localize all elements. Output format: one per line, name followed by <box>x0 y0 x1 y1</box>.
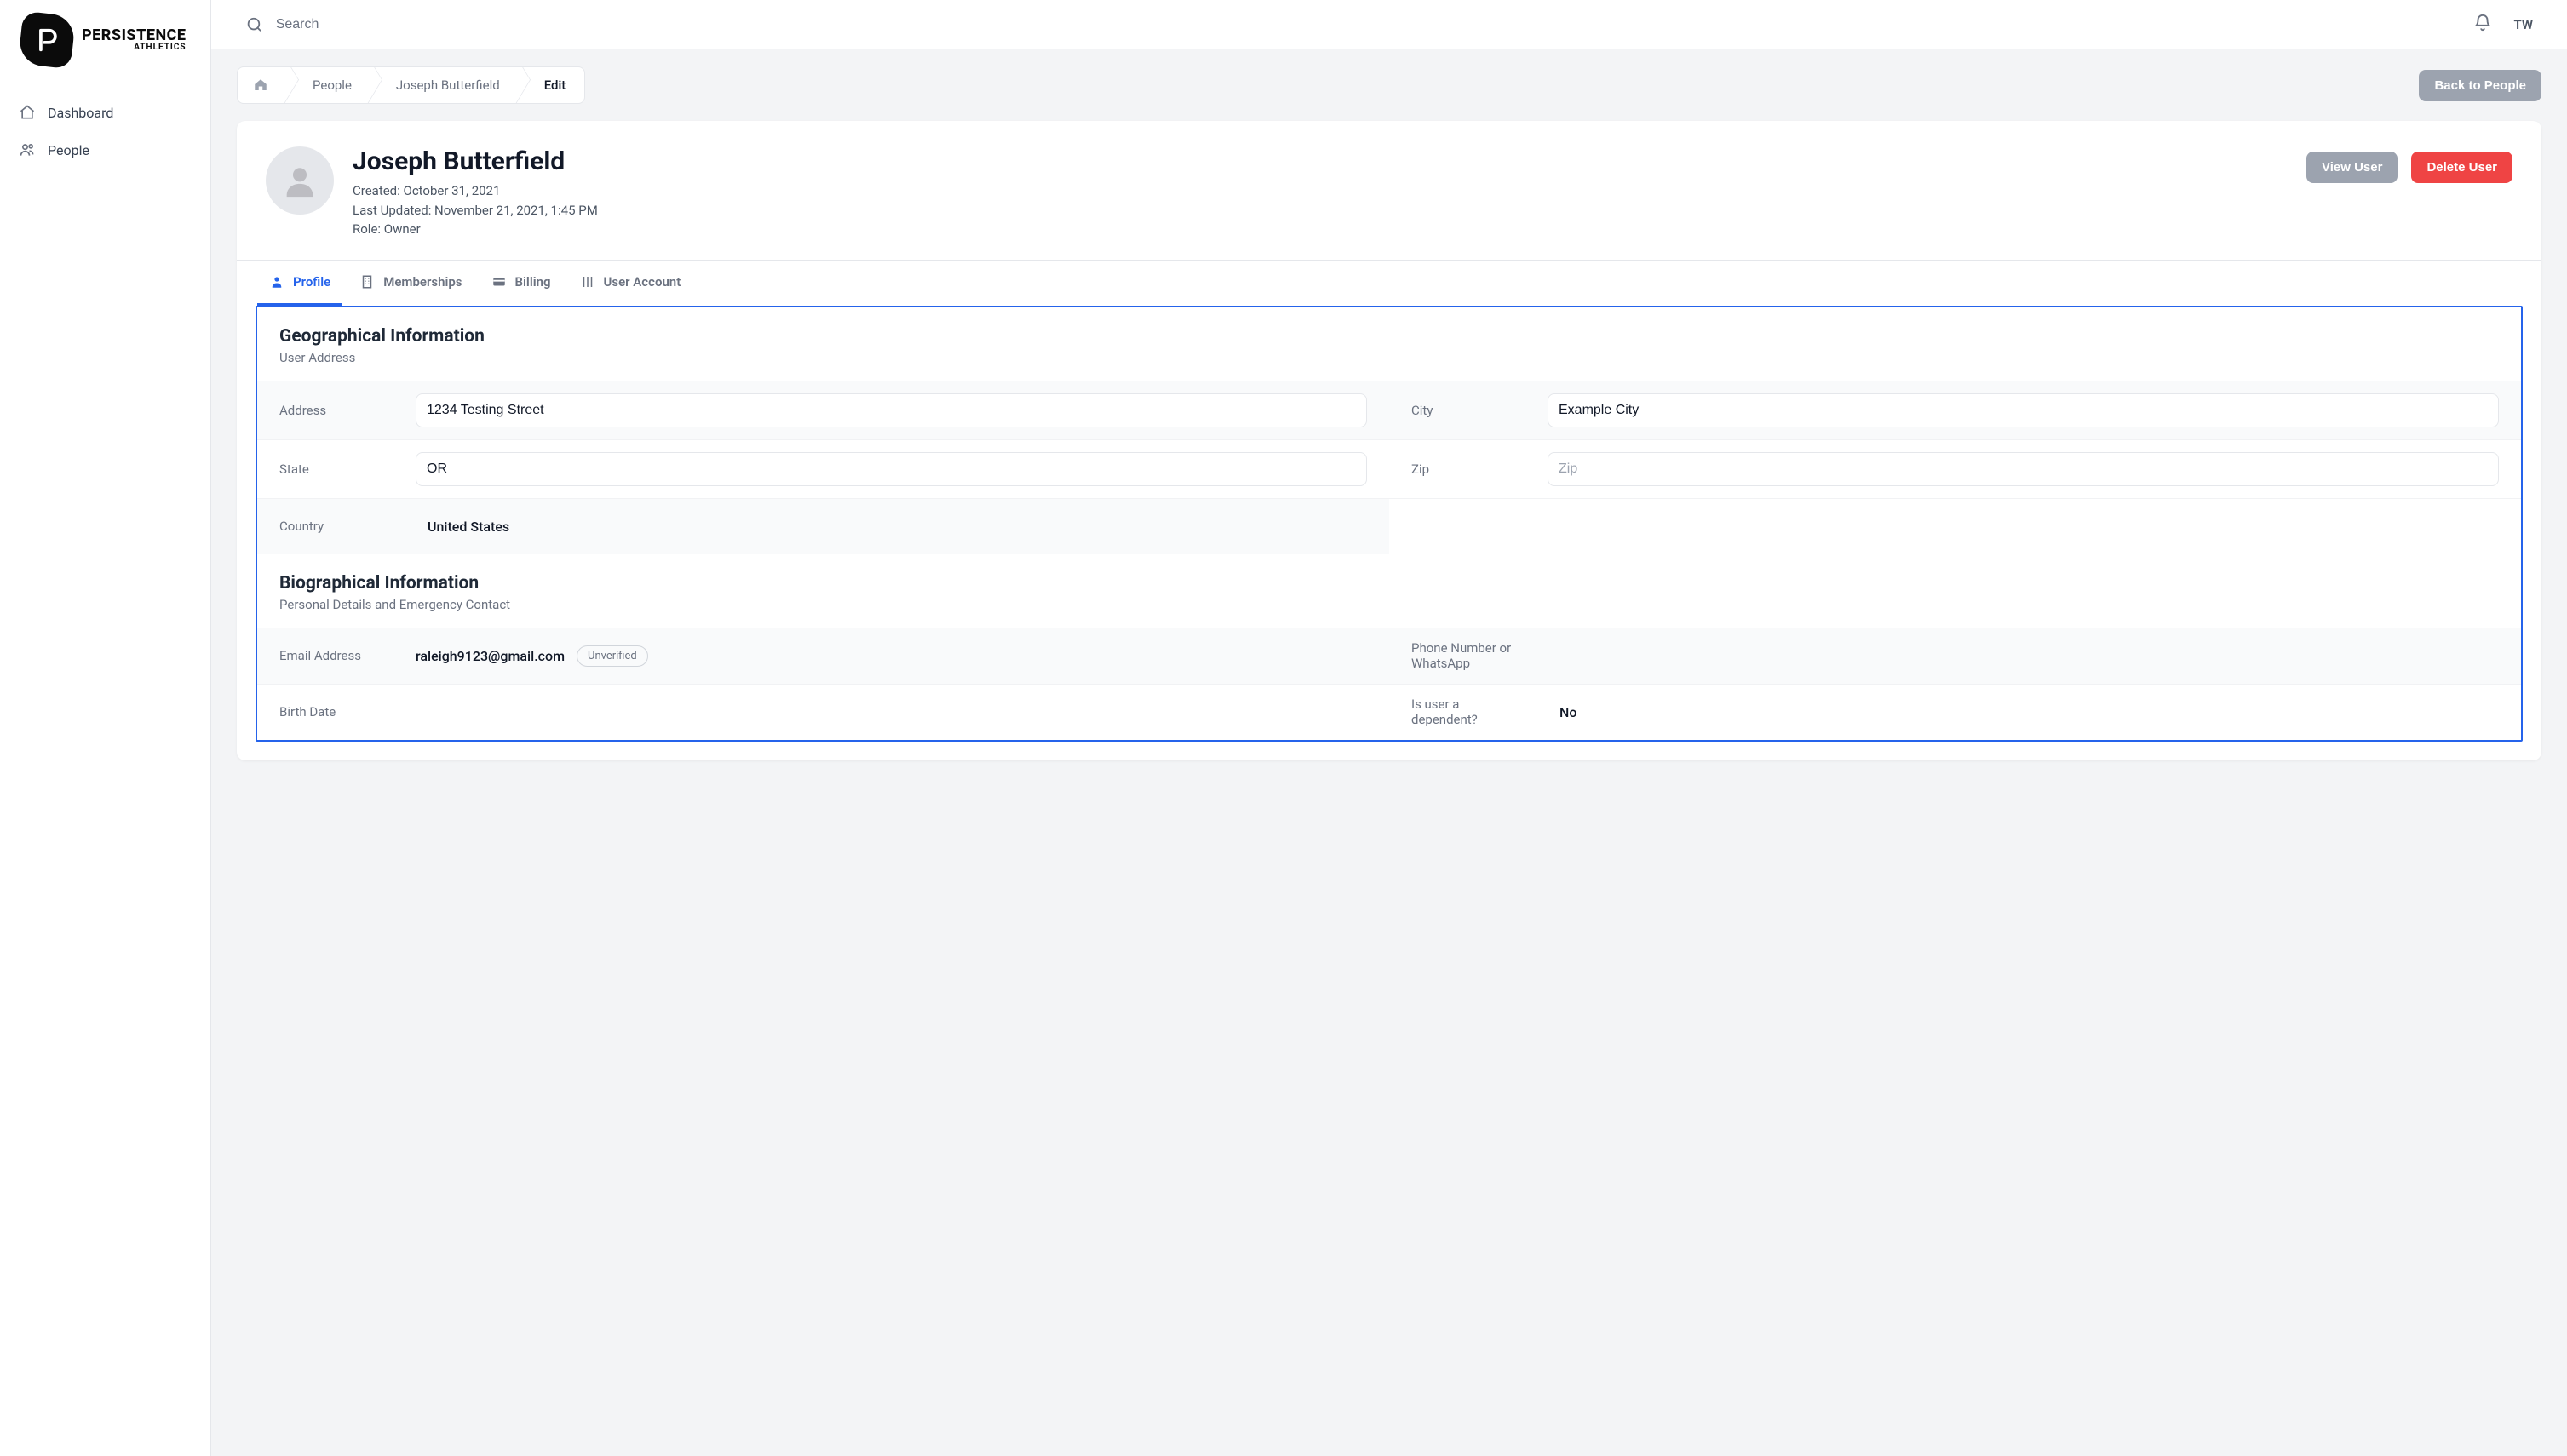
person-name: Joseph Butterfield <box>353 146 598 176</box>
back-to-people-button[interactable]: Back to People <box>2419 70 2541 101</box>
field-label: Is user a dependent? <box>1411 696 1505 727</box>
topbar: TW <box>211 0 2567 49</box>
search-input[interactable] <box>276 17 2460 32</box>
home-icon <box>253 77 268 93</box>
section-subtitle: Personal Details and Emergency Contact <box>279 597 2499 612</box>
field-label: Zip <box>1411 461 1539 477</box>
sidebar-item-people[interactable]: People <box>7 131 204 169</box>
field-dependent: Is user a dependent? No <box>1389 684 2521 740</box>
sidebar-item-label: People <box>48 142 89 158</box>
zip-input[interactable] <box>1548 452 2499 486</box>
credit-card-icon <box>491 274 507 289</box>
section-bio-head: Biographical Information Personal Detail… <box>257 554 2521 628</box>
address-input[interactable] <box>416 393 1367 427</box>
person-created: Created: October 31, 2021 <box>353 181 598 201</box>
logo-mark <box>18 11 76 69</box>
email-unverified-badge: Unverified <box>577 645 648 667</box>
delete-user-button[interactable]: Delete User <box>2411 152 2512 183</box>
email-value: raleigh9123@gmail.com <box>416 648 565 664</box>
breadcrumb-person[interactable]: Joseph Butterfield <box>370 67 519 103</box>
field-label: Country <box>279 519 407 534</box>
field-phone: Phone Number or WhatsApp <box>1389 628 2521 684</box>
city-input[interactable] <box>1548 393 2499 427</box>
breadcrumb: People Joseph Butterfield Edit <box>237 66 585 104</box>
logo-p-icon <box>32 26 61 54</box>
sidebar-item-dashboard[interactable]: Dashboard <box>7 94 204 131</box>
building-icon <box>359 274 375 289</box>
empty-cell <box>1389 498 2521 554</box>
tab-user-account[interactable]: User Account <box>568 261 693 306</box>
brand-line2: ATHLETICS <box>134 43 186 52</box>
breadcrumb-home[interactable] <box>238 67 287 103</box>
tab-billing[interactable]: Billing <box>480 261 563 306</box>
field-zip: Zip <box>1389 439 2521 498</box>
person-role: Role: Owner <box>353 220 598 239</box>
country-value: United States <box>416 519 1367 535</box>
field-label: Birth Date <box>279 704 407 719</box>
section-title: Geographical Information <box>279 326 2499 347</box>
section-geo-head: Geographical Information User Address <box>257 307 2521 381</box>
search-wrap <box>245 15 2460 34</box>
person-card: Joseph Butterfield Created: October 31, … <box>237 121 2541 760</box>
tab-profile[interactable]: Profile <box>257 261 342 306</box>
field-label: Phone Number or WhatsApp <box>1411 640 1539 671</box>
field-address: Address <box>257 381 1389 439</box>
field-birthdate: Birth Date <box>257 684 1389 740</box>
field-label: Email Address <box>279 648 407 663</box>
brand-text: PERSISTENCE ATHLETICS <box>82 28 187 52</box>
person-updated: Last Updated: November 21, 2021, 1:45 PM <box>353 201 598 221</box>
user-avatar-initials[interactable]: TW <box>2514 17 2534 32</box>
field-country: Country United States <box>257 498 1389 554</box>
notifications-icon[interactable] <box>2473 14 2492 36</box>
brand-line1: PERSISTENCE <box>82 28 187 43</box>
search-icon <box>245 15 264 34</box>
tab-memberships[interactable]: Memberships <box>347 261 474 306</box>
home-icon <box>19 104 36 121</box>
field-label: State <box>279 461 407 477</box>
avatar <box>266 146 334 215</box>
section-subtitle: User Address <box>279 350 2499 365</box>
profile-panel: Geographical Information User Address Ad… <box>256 306 2523 742</box>
section-title: Biographical Information <box>279 573 2499 593</box>
view-user-button[interactable]: View User <box>2306 152 2398 183</box>
avatar-placeholder-icon <box>280 161 319 200</box>
brand-logo[interactable]: PERSISTENCE ATHLETICS <box>0 0 210 87</box>
tabs: Profile Memberships Billing <box>237 260 2541 306</box>
id-icon <box>580 274 595 289</box>
breadcrumb-current: Edit <box>519 67 585 103</box>
field-label: Address <box>279 403 407 418</box>
field-state: State <box>257 439 1389 498</box>
state-input[interactable] <box>416 452 1367 486</box>
sidebar-item-label: Dashboard <box>48 105 113 121</box>
field-email: Email Address raleigh9123@gmail.com Unve… <box>257 628 1389 684</box>
people-icon <box>19 141 36 158</box>
field-label: City <box>1411 403 1539 418</box>
breadcrumb-people[interactable]: People <box>287 67 370 103</box>
field-city: City <box>1389 381 2521 439</box>
sidebar: PERSISTENCE ATHLETICS Dashboard People <box>0 0 211 1456</box>
person-icon <box>269 274 284 289</box>
dependent-value: No <box>1548 704 2499 720</box>
